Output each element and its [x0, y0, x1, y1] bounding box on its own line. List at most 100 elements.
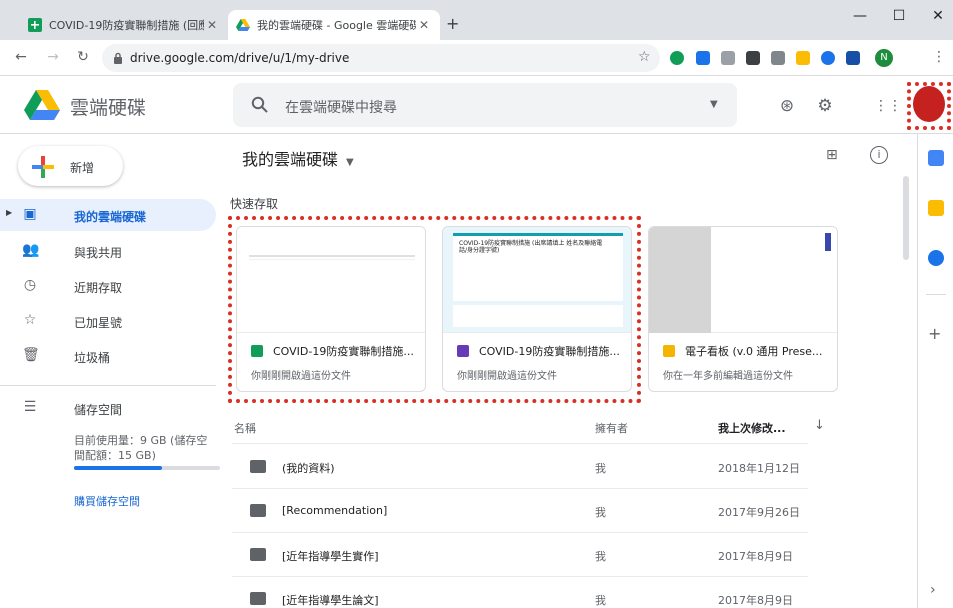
- avatar-highlight: [907, 82, 951, 130]
- search-input[interactable]: 在雲端硬碟中搜尋: [285, 97, 397, 117]
- sidebar-item-label: 我的雲端硬碟: [74, 210, 147, 224]
- calendar-icon[interactable]: [928, 150, 944, 166]
- address-bar[interactable]: drive.google.com/drive/u/1/my-drive ☆: [102, 44, 660, 72]
- file-modified: 2018年1月12日: [718, 462, 800, 475]
- star-icon: ☆: [23, 312, 37, 328]
- forward-arrow-icon[interactable]: →: [44, 49, 62, 65]
- file-modified: 2017年8月9日: [718, 550, 793, 563]
- side-panel-divider: [926, 294, 946, 295]
- url-text: drive.google.com/drive/u/1/my-drive: [130, 51, 350, 65]
- new-tab-button[interactable]: +: [446, 14, 459, 33]
- file-owner: 我: [595, 594, 606, 607]
- slides-icon: [663, 345, 675, 357]
- card-title: 電子看板 (v.0 通用 Prese...: [685, 345, 823, 358]
- file-list-header: 名稱 擁有者 我上次修改... ↓: [232, 412, 825, 444]
- app-title[interactable]: 雲端硬碟: [70, 93, 146, 120]
- quick-access-highlight: [228, 216, 641, 403]
- folder-icon: [250, 504, 266, 517]
- sidebar-item-starred[interactable]: ☆ 已加星號: [0, 305, 216, 337]
- sheets-icon: [28, 18, 42, 32]
- drive-header: 雲端硬碟 在雲端硬碟中搜尋 ▼ ⊛ ⚙ ⋮⋮: [0, 76, 953, 134]
- plus-icon: [32, 156, 54, 178]
- sidebar-item-label: 近期存取: [74, 281, 123, 295]
- maximize-icon[interactable]: ☐: [884, 8, 914, 24]
- chevron-down-icon[interactable]: ▼: [346, 157, 354, 168]
- slide-left-panel: [649, 227, 711, 333]
- sidebar-item-recent[interactable]: ◷ 近期存取: [0, 270, 216, 302]
- new-button[interactable]: 新增: [18, 146, 123, 186]
- chevron-right-icon[interactable]: ›: [930, 582, 936, 598]
- file-owner: 我: [595, 462, 606, 475]
- settings-icon[interactable]: ⚙: [814, 95, 836, 117]
- extension-leaf-icon[interactable]: [771, 51, 785, 65]
- table-row[interactable]: [近年指導學生實作] 我 2017年8月9日: [232, 533, 808, 577]
- table-row[interactable]: [近年指導學生論文] 我 2017年8月9日: [232, 577, 808, 608]
- search-bar[interactable]: 在雲端硬碟中搜尋 ▼: [233, 83, 737, 127]
- sidebar-item-label: 垃圾桶: [74, 351, 111, 365]
- storage-bar-fill: [74, 466, 162, 470]
- sidebar-item-label: 與我共用: [74, 246, 123, 260]
- close-icon[interactable]: ✕: [416, 18, 432, 32]
- keep-icon[interactable]: [928, 200, 944, 216]
- column-name-header[interactable]: 名稱: [234, 420, 256, 436]
- sidebar-divider: [0, 385, 216, 386]
- new-button-label: 新增: [70, 161, 95, 175]
- extension-dot-icon[interactable]: [821, 51, 835, 65]
- tab-my-drive[interactable]: 我的雲端硬碟 - Google 雲端硬碟 ✕: [228, 10, 440, 40]
- sort-arrow-icon[interactable]: ↓: [814, 418, 825, 433]
- sidebar-item-storage[interactable]: ☰ 儲存空間: [0, 392, 216, 424]
- bookmark-star-icon[interactable]: ☆: [638, 49, 651, 65]
- search-icon[interactable]: [251, 96, 269, 114]
- quick-access-card-slides[interactable]: 電子看板 (v.0 通用 Prese... 你在一年多前編輯過這份文件: [648, 226, 838, 392]
- search-options-icon[interactable]: ▼: [710, 99, 718, 110]
- file-modified: 2017年8月9日: [718, 594, 793, 607]
- shared-folder-icon: [250, 592, 266, 605]
- table-row[interactable]: [Recommendation] 我 2017年9月26日: [232, 489, 808, 533]
- browser-toolbar: ← → ↻ drive.google.com/drive/u/1/my-driv…: [0, 40, 953, 76]
- tab-title: COVID-19防疫實聯制措施 (回應): [49, 19, 204, 32]
- back-arrow-icon[interactable]: ←: [12, 49, 30, 65]
- help-icon[interactable]: ⊛: [776, 95, 798, 117]
- drive-logo-icon[interactable]: [24, 90, 60, 120]
- page-title[interactable]: 我的雲端硬碟 ▼: [242, 146, 354, 170]
- folder-icon: [250, 460, 266, 473]
- file-name: (我的資料): [282, 462, 335, 475]
- close-icon[interactable]: ✕: [204, 18, 220, 32]
- sidebar-item-label: 儲存空間: [74, 403, 123, 417]
- minimize-icon[interactable]: —: [845, 8, 875, 24]
- tab-covid-responses[interactable]: COVID-19防疫實聯制措施 (回應) ✕: [20, 10, 228, 40]
- extension-board-icon[interactable]: [696, 51, 710, 65]
- grid-view-icon[interactable]: ⊞: [826, 147, 838, 163]
- reload-icon[interactable]: ↻: [74, 49, 92, 65]
- extension-mountain-icon[interactable]: [846, 51, 860, 65]
- sidebar-item-my-drive[interactable]: ▶ ▣ 我的雲端硬碟: [0, 199, 216, 231]
- scrollbar-thumb[interactable]: [903, 176, 909, 260]
- apps-grid-icon[interactable]: ⋮⋮: [874, 95, 902, 117]
- table-row[interactable]: (我的資料) 我 2018年1月12日: [232, 445, 808, 489]
- column-owner-header[interactable]: 擁有者: [595, 420, 628, 436]
- expand-arrow-icon[interactable]: ▶: [6, 208, 12, 217]
- page-title-text: 我的雲端硬碟: [242, 150, 339, 169]
- tasks-icon[interactable]: [928, 250, 944, 266]
- kebab-menu-icon[interactable]: ⋮: [932, 49, 946, 65]
- sidebar-item-trash[interactable]: 🗑 垃圾桶: [0, 340, 216, 372]
- storage-icon: ☰: [23, 399, 37, 415]
- extension-hand-icon[interactable]: [796, 51, 810, 65]
- file-name: [Recommendation]: [282, 504, 388, 517]
- extension-camera-icon[interactable]: [721, 51, 735, 65]
- info-icon[interactable]: i: [870, 146, 888, 164]
- file-modified: 2017年9月26日: [718, 506, 800, 519]
- tab-title: 我的雲端硬碟 - Google 雲端硬碟: [257, 19, 416, 32]
- card-subtitle: 你在一年多前編輯過這份文件: [663, 371, 793, 382]
- extension-grid-icon[interactable]: [746, 51, 760, 65]
- sidebar-item-shared[interactable]: 👥 與我共用: [0, 235, 216, 267]
- column-modified-header[interactable]: 我上次修改...: [718, 420, 786, 436]
- file-name: [近年指導學生論文]: [282, 594, 379, 607]
- window-close-icon[interactable]: ✕: [923, 8, 953, 24]
- slide-text-mark: [825, 233, 831, 251]
- buy-storage-link[interactable]: 購買儲存空間: [74, 493, 140, 509]
- extension-shield-icon[interactable]: [670, 51, 684, 65]
- folder-icon: [250, 548, 266, 561]
- add-addon-icon[interactable]: +: [928, 324, 941, 343]
- profile-avatar[interactable]: N: [875, 49, 893, 67]
